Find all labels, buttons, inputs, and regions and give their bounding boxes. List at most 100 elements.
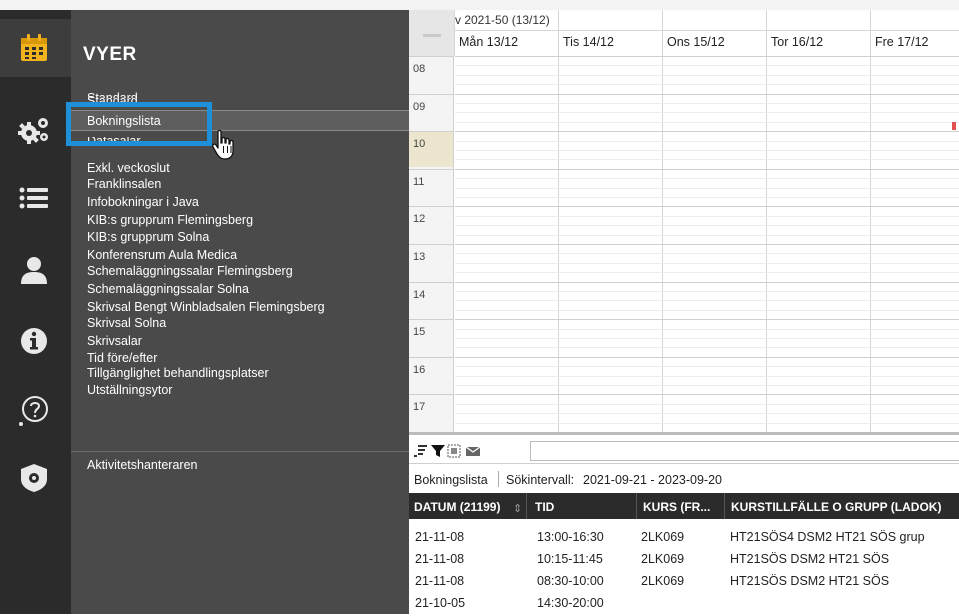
- cell-time: 10:15-11:45: [537, 552, 603, 566]
- grid-row-line: [455, 84, 959, 86]
- col-separator[interactable]: [636, 493, 637, 519]
- view-item[interactable]: Skrivsal Solna: [87, 316, 166, 330]
- grid-row-line: [455, 159, 959, 161]
- grid-row-line: [455, 225, 959, 227]
- grid-row-line: [455, 309, 959, 311]
- grid-row-line: [455, 112, 959, 114]
- table-row[interactable]: 21-10-05 14:30-20:00: [409, 596, 959, 616]
- select-icon[interactable]: [447, 444, 461, 458]
- hour-label: 09: [413, 100, 426, 113]
- hour-label: 10: [413, 138, 426, 151]
- day-header-wed[interactable]: [662, 10, 766, 56]
- grid-row-line: [455, 197, 959, 198]
- view-item[interactable]: Utställningsytor: [87, 383, 172, 397]
- cell-course: 2LK069: [641, 552, 685, 566]
- calendar-grid[interactable]: [455, 56, 959, 433]
- grid-row-line: [455, 178, 959, 180]
- grid-row-line: [455, 215, 959, 217]
- filter-icon[interactable]: [431, 444, 445, 458]
- view-item[interactable]: Exkl. veckoslut: [87, 161, 170, 175]
- view-item[interactable]: KIB:s grupprum Flemingsberg: [87, 213, 253, 227]
- icon-rail: [0, 10, 71, 614]
- cell-date: 21-11-08: [415, 552, 465, 566]
- user-icon[interactable]: [14, 250, 54, 290]
- col-header-time[interactable]: TID: [535, 500, 554, 514]
- sort-arrows-icon[interactable]: ⇕: [513, 502, 522, 515]
- views-list-separator: [71, 451, 409, 452]
- day-header-fri[interactable]: [870, 10, 959, 56]
- view-item-standard-partial[interactable]: Standard: [87, 92, 138, 98]
- day-header-tue-label: Tis 14/12: [563, 35, 614, 49]
- grid-row-line: [455, 56, 959, 57]
- calendar-corner-handle: [423, 34, 441, 37]
- sort-icon[interactable]: [414, 444, 428, 458]
- day-header-mon[interactable]: [454, 10, 558, 56]
- help-icon[interactable]: [14, 391, 54, 431]
- interval-label: Sökintervall:: [506, 473, 575, 487]
- view-item[interactable]: Tillgänglighet behandlingsplatser: [87, 366, 269, 380]
- cell-date: 21-11-08: [415, 574, 465, 588]
- event-marker[interactable]: [952, 122, 956, 130]
- view-item[interactable]: Infobokningar i Java: [87, 195, 199, 209]
- cell-group: HT21SÖS4 DSM2 HT21 SÖS grup: [730, 530, 925, 544]
- view-item[interactable]: Konferensrum Aula Medica: [87, 248, 237, 262]
- col-header-date[interactable]: DATUM (21199): [414, 500, 500, 514]
- grid-row-line: [455, 338, 959, 339]
- view-item[interactable]: Tid före/efter: [87, 351, 157, 365]
- list-title: Bokningslista: [414, 473, 488, 487]
- list-info-bar: Bokningslista Sökintervall: 2021-09-21 -…: [409, 470, 959, 490]
- day-header-fri-label: Fre 17/12: [875, 35, 929, 49]
- mail-icon[interactable]: [465, 444, 481, 458]
- day-header-thu[interactable]: [766, 10, 870, 56]
- day-header-tue[interactable]: [558, 10, 662, 56]
- view-item[interactable]: Schemaläggningssalar Solna: [87, 282, 249, 296]
- grid-row-line: [455, 300, 959, 302]
- grid-row-line: [455, 291, 959, 292]
- hour-label: 17: [413, 401, 426, 414]
- col-header-group[interactable]: KURSTILLFÄLLE O GRUPP (LADOK): [731, 500, 941, 514]
- gears-icon[interactable]: [14, 110, 54, 150]
- view-item[interactable]: KIB:s grupprum Solna: [87, 230, 209, 244]
- hour-divider: [409, 168, 454, 170]
- hour-divider: [409, 319, 454, 321]
- view-item[interactable]: Skrivsalar: [87, 334, 142, 348]
- hour-label: 12: [413, 213, 426, 226]
- grid-row-line: [455, 103, 959, 104]
- hand-cursor-icon: [211, 129, 239, 160]
- grid-row-line: [455, 375, 959, 377]
- splitter[interactable]: [409, 432, 959, 435]
- hour-divider: [409, 394, 454, 396]
- table-row[interactable]: 21-11-08 10:15-11:45 2LK069 HT21SÖS DSM2…: [409, 552, 959, 572]
- grid-row-line: [455, 187, 959, 189]
- view-item[interactable]: Franklinsalen: [87, 177, 161, 191]
- grid-row-line: [455, 262, 959, 264]
- view-item[interactable]: Schemaläggningssalar Flemingsberg: [87, 264, 293, 278]
- hour-label: 11: [413, 175, 425, 188]
- table-row[interactable]: 21-11-08 08:30-10:00 2LK069 HT21SÖS DSM2…: [409, 574, 959, 594]
- grid-row-line: [455, 234, 959, 236]
- hour-divider: [409, 244, 454, 245]
- col-separator[interactable]: [526, 493, 527, 519]
- shield-gear-icon[interactable]: [14, 458, 54, 498]
- grid-row-line: [455, 319, 959, 321]
- cell-group: HT21SÖS DSM2 HT21 SÖS: [730, 552, 890, 566]
- grid-row-line: [455, 121, 959, 123]
- grid-row-line: [455, 131, 959, 133]
- hour-divider: [409, 206, 454, 208]
- col-separator[interactable]: [724, 493, 725, 519]
- info-icon[interactable]: [14, 321, 54, 361]
- col-header-course[interactable]: KURS (FR...: [643, 500, 710, 514]
- views-title: VYER: [83, 44, 137, 65]
- view-item[interactable]: Aktivitetshanteraren: [87, 458, 197, 472]
- list-icon[interactable]: [14, 178, 54, 218]
- interval-value: 2021-09-21 - 2023-09-20: [583, 473, 722, 487]
- grid-row-line: [455, 272, 959, 274]
- calendar-corner: [409, 10, 454, 56]
- hour-label: 13: [413, 251, 426, 263]
- day-header-mon-label: Mån 13/12: [459, 35, 519, 49]
- list-search-input[interactable]: [530, 441, 959, 461]
- view-item[interactable]: Skrivsal Bengt Winbladsalen Flemingsberg: [87, 300, 325, 314]
- calendar-icon[interactable]: [14, 28, 54, 68]
- table-row[interactable]: 21-11-08 13:00-16:30 2LK069 HT21SÖS4 DSM…: [409, 530, 959, 550]
- grid-row-line: [455, 422, 959, 424]
